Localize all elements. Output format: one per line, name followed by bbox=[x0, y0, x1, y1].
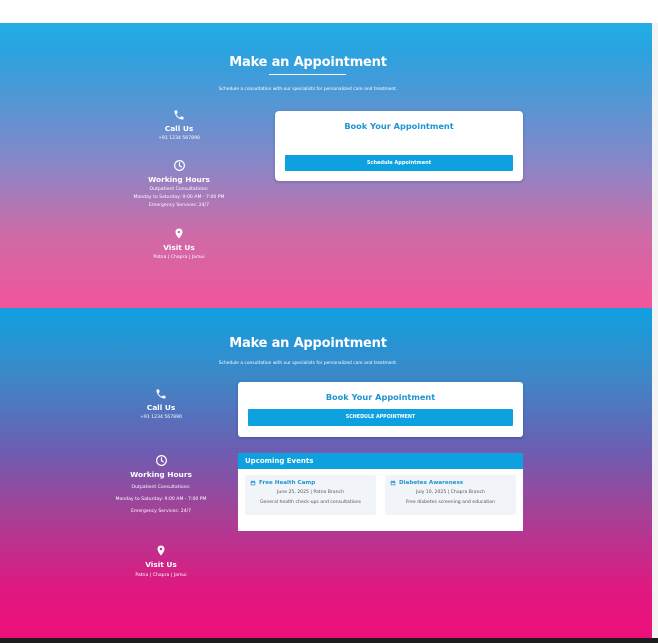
schedule-appointment-button[interactable]: Schedule Appointment bbox=[285, 155, 513, 171]
working-hours-heading: Working Hours bbox=[130, 470, 192, 479]
hours-line-3: Emergency Services: 24/7 bbox=[130, 509, 192, 514]
call-us-block: Call Us +91 1234 567890 bbox=[102, 388, 220, 422]
event-title: Free Health Camp bbox=[259, 479, 316, 486]
hours-line-2: Monday to Saturday: 9:00 AM - 7:00 PM bbox=[115, 497, 207, 502]
event-card[interactable]: Diabetes Awareness July 10, 2025 | Chapr… bbox=[385, 475, 516, 515]
upcoming-events-panel: Upcoming Events Free Health Camp June 25… bbox=[238, 453, 523, 531]
call-us-block: Call Us +91 1234 567890 bbox=[120, 109, 238, 143]
call-us-heading: Call Us bbox=[164, 124, 194, 133]
event-card[interactable]: Free Health Camp June 25, 2025 | Patna B… bbox=[245, 475, 376, 515]
appointment-section-1: Make an Appointment Schedule a consultat… bbox=[0, 23, 658, 308]
booking-card: Book Your Appointment SCHEDULE APPOINTME… bbox=[238, 382, 523, 437]
phone-icon bbox=[174, 110, 184, 120]
event-date: July 10, 2025 | Chapra Branch bbox=[416, 490, 485, 495]
title-underline bbox=[269, 74, 346, 75]
working-hours-block: Working Hours Outpatient Consultations: … bbox=[120, 159, 238, 210]
phone-number[interactable]: +91 1234 567890 bbox=[120, 135, 238, 143]
page-scroll-edge bbox=[652, 23, 658, 638]
visit-us-heading: Visit Us bbox=[163, 243, 195, 252]
phone-number[interactable]: +91 1234 567890 bbox=[102, 414, 220, 422]
calendar-icon bbox=[250, 480, 256, 486]
hours-line-1: Outpatient Consultations: bbox=[149, 187, 209, 192]
map-pin-icon bbox=[157, 545, 165, 556]
booking-card-title: Book Your Appointment bbox=[344, 121, 454, 131]
calendar-icon bbox=[390, 480, 396, 486]
hours-line-2: Monday to Saturday: 9:00 AM - 7:00 PM bbox=[133, 195, 225, 200]
call-us-heading: Call Us bbox=[146, 403, 176, 412]
event-date: June 25, 2025 | Patna Branch bbox=[277, 490, 344, 495]
hours-line-3: Emergency Services: 24/7 bbox=[148, 203, 210, 208]
map-pin-icon bbox=[175, 228, 183, 239]
visit-us-heading: Visit Us bbox=[145, 560, 177, 569]
section-subtitle: Schedule a consultation with our special… bbox=[218, 361, 398, 366]
booking-card: Book Your Appointment Schedule Appointme… bbox=[275, 111, 523, 181]
branch-locations: Patna | Chapra | Jamui bbox=[135, 573, 187, 578]
hours-line-1: Outpatient Consultations: bbox=[131, 485, 191, 490]
upcoming-events-title: Upcoming Events bbox=[245, 457, 314, 465]
schedule-appointment-button[interactable]: SCHEDULE APPOINTMENT bbox=[248, 409, 513, 426]
section-subtitle: Schedule a consultation with our special… bbox=[218, 87, 398, 92]
footer-edge bbox=[0, 638, 658, 643]
upcoming-events-heading: Upcoming Events bbox=[238, 453, 523, 469]
branch-locations: Patna | Chapra | Jamui bbox=[153, 255, 205, 260]
section-title: Make an Appointment bbox=[229, 55, 387, 70]
working-hours-heading: Working Hours bbox=[148, 175, 210, 184]
working-hours-block: Working Hours Outpatient Consultations: … bbox=[102, 454, 220, 518]
phone-icon bbox=[156, 389, 166, 399]
top-whitespace bbox=[0, 0, 658, 23]
booking-card-title: Book Your Appointment bbox=[325, 392, 436, 402]
event-description: Free diabetes screening and education bbox=[405, 500, 496, 505]
visit-us-block: Visit Us Patna | Chapra | Jamui bbox=[102, 544, 220, 580]
section-title: Make an Appointment bbox=[229, 336, 387, 351]
event-title: Diabetes Awareness bbox=[399, 479, 464, 486]
visit-us-block: Visit Us Patna | Chapra | Jamui bbox=[120, 227, 238, 262]
event-description: General health check-ups and consultatio… bbox=[259, 500, 362, 505]
appointment-section-2: Make an Appointment Schedule a consultat… bbox=[0, 308, 658, 640]
clock-icon bbox=[173, 160, 185, 171]
clock-icon bbox=[155, 455, 167, 466]
